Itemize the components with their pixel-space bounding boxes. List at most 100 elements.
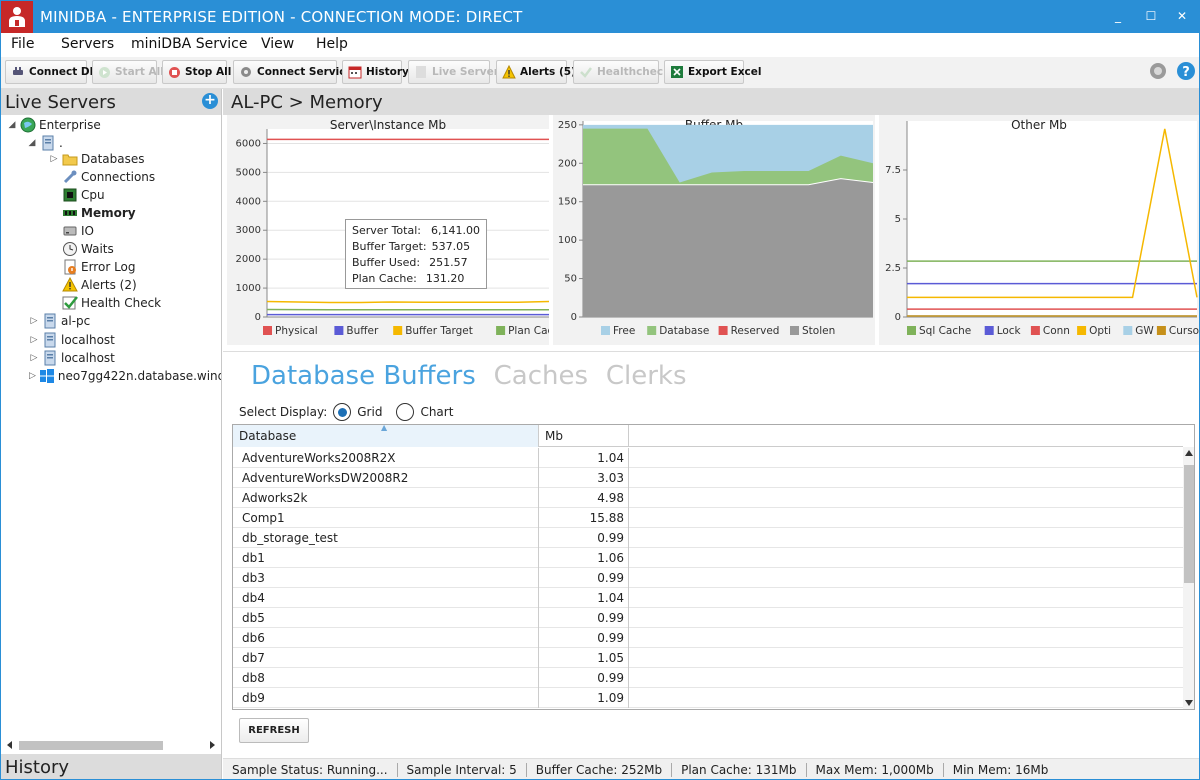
chart-radio[interactable] bbox=[396, 403, 415, 421]
chart-title: Server\Instance Mb bbox=[330, 118, 446, 132]
grid-radio-label[interactable]: Grid bbox=[357, 405, 382, 419]
expand-arrow-icon[interactable]: ▷ bbox=[49, 154, 59, 164]
expand-arrow-icon[interactable]: ▷ bbox=[29, 353, 39, 363]
servers-icon bbox=[416, 66, 426, 78]
start-all-button[interactable]: Start All bbox=[92, 60, 164, 84]
tree-label-al-pc: al-pc bbox=[61, 314, 91, 328]
tree-item-health-check[interactable]: Health Check bbox=[62, 294, 161, 312]
tree-item-memory[interactable]: Memory bbox=[62, 204, 136, 222]
app-logo-icon bbox=[1, 1, 33, 33]
y-tick-label: 5 bbox=[895, 214, 901, 225]
table-row[interactable]: db8 0.99 bbox=[233, 668, 1183, 688]
healthcheck-button[interactable]: Healthcheck bbox=[573, 60, 670, 84]
table-row[interactable]: db1 1.06 bbox=[233, 548, 1183, 568]
connect-service-button[interactable]: Connect Service bbox=[233, 60, 353, 84]
cell-mb: 0.99 bbox=[539, 628, 629, 648]
tab-caches[interactable]: Caches bbox=[494, 361, 588, 391]
y-tick-label: 250 bbox=[558, 120, 577, 131]
cell-database: db8 bbox=[233, 668, 539, 688]
y-tick-label: 50 bbox=[564, 274, 577, 285]
tree-label-connections: Connections bbox=[81, 170, 156, 184]
history-button[interactable]: History bbox=[342, 60, 409, 84]
menu-view[interactable]: View bbox=[261, 36, 294, 52]
legend-label: Buffer bbox=[346, 325, 379, 337]
horizontal-scrollbar[interactable] bbox=[5, 739, 217, 751]
add-server-button[interactable]: + bbox=[202, 93, 218, 109]
tree-item-cpu[interactable]: Cpu bbox=[62, 186, 105, 204]
table-row[interactable]: AdventureWorksDW2008R2 3.03 bbox=[233, 468, 1183, 488]
display-selector: Select Display: Grid Chart bbox=[239, 402, 453, 422]
legend-label: Free bbox=[613, 325, 635, 337]
settings-gear-icon[interactable] bbox=[1148, 61, 1168, 81]
legend-swatch bbox=[393, 326, 403, 335]
tree-item-al-pc[interactable]: ▷ al-pc bbox=[29, 312, 90, 330]
legend-swatch bbox=[1030, 326, 1040, 335]
clock-icon bbox=[63, 242, 77, 256]
y-tick-label: 1000 bbox=[236, 283, 261, 294]
legend-swatch bbox=[907, 326, 916, 335]
help-icon[interactable]: ? bbox=[1176, 61, 1196, 81]
tree-item-error-log[interactable]: Error Log bbox=[62, 258, 136, 276]
tree-item-databases[interactable]: ▷ Databases bbox=[49, 150, 145, 168]
close-button[interactable]: ✕ bbox=[1172, 6, 1192, 26]
table-row[interactable]: AdventureWorks2008R2X 1.04 bbox=[233, 448, 1183, 468]
legend-label: Cursor bbox=[1169, 325, 1199, 337]
table-row[interactable]: db9 1.09 bbox=[233, 688, 1183, 708]
stop-all-button[interactable]: Stop All bbox=[162, 60, 231, 84]
y-tick-label: 5000 bbox=[236, 167, 261, 178]
expand-arrow-icon[interactable]: ▷ bbox=[29, 335, 39, 345]
collapse-arrow-icon[interactable]: ◢ bbox=[27, 138, 37, 148]
menu-help[interactable]: Help bbox=[316, 36, 348, 52]
column-header-database[interactable]: Database ▲ bbox=[233, 425, 539, 447]
health-check-icon bbox=[62, 296, 78, 310]
alerts-button[interactable]: Alerts (5) bbox=[496, 60, 576, 84]
y-tick-label: 6000 bbox=[236, 138, 261, 149]
table-row[interactable]: Adworks2k 4.98 bbox=[233, 488, 1183, 508]
live-servers-button[interactable]: Live Servers bbox=[408, 60, 505, 84]
expand-arrow-icon[interactable]: ▷ bbox=[29, 316, 39, 326]
status-buffer-cache: Buffer Cache: 252Mb bbox=[535, 763, 663, 777]
table-row[interactable]: db5 0.99 bbox=[233, 608, 1183, 628]
table-row[interactable]: db6 0.99 bbox=[233, 628, 1183, 648]
table-row[interactable]: db7 1.05 bbox=[233, 648, 1183, 668]
tree-item-enterprise[interactable]: ◢ Enterprise bbox=[7, 116, 101, 134]
connect-service-label: Connect Service bbox=[257, 66, 353, 78]
tree-label-error-log: Error Log bbox=[81, 260, 136, 274]
stop-icon bbox=[169, 66, 180, 78]
legend-label: Reserved bbox=[731, 325, 780, 337]
warning-icon bbox=[502, 65, 516, 79]
tree-item-io[interactable]: IO bbox=[62, 222, 94, 240]
tree-item-waits[interactable]: Waits bbox=[62, 240, 114, 258]
tab-database-buffers[interactable]: Database Buffers bbox=[251, 361, 476, 391]
display-label: Select Display: bbox=[239, 405, 328, 419]
tree-item-connections[interactable]: Connections bbox=[62, 168, 155, 186]
export-excel-button[interactable]: Export Excel bbox=[664, 60, 761, 84]
y-tick-label: 0 bbox=[255, 312, 261, 323]
tree-item-azure-server[interactable]: ▷ neo7gg422n.database.windows.net bbox=[29, 367, 221, 385]
history-panel-header[interactable]: History bbox=[1, 754, 221, 779]
tree-item-alerts[interactable]: Alerts (2) bbox=[62, 276, 137, 294]
legend-label: Stolen bbox=[802, 325, 835, 337]
tree-item-localhost-2[interactable]: ▷ localhost bbox=[29, 349, 115, 367]
maximize-button[interactable]: ☐ bbox=[1141, 6, 1161, 26]
cell-mb: 15.88 bbox=[539, 508, 629, 528]
menu-minidba-service[interactable]: miniDBA Service bbox=[131, 36, 247, 52]
table-row[interactable]: Comp1 15.88 bbox=[233, 508, 1183, 528]
refresh-button[interactable]: REFRESH bbox=[239, 718, 309, 743]
collapse-arrow-icon[interactable]: ◢ bbox=[7, 120, 17, 130]
connect-db-button[interactable]: Connect Db bbox=[5, 60, 97, 84]
minimize-button[interactable]: _ bbox=[1108, 6, 1128, 26]
menu-servers[interactable]: Servers bbox=[61, 36, 114, 52]
column-header-mb[interactable]: Mb bbox=[539, 425, 629, 447]
tree-label-azure-server: neo7gg422n.database.windows.net bbox=[57, 369, 221, 383]
tree-item-localhost-1[interactable]: ▷ localhost bbox=[29, 331, 115, 349]
expand-arrow-icon[interactable]: ▷ bbox=[29, 371, 36, 381]
menu-file[interactable]: File bbox=[11, 36, 34, 52]
tab-clerks[interactable]: Clerks bbox=[606, 361, 687, 391]
chart-radio-label[interactable]: Chart bbox=[420, 405, 453, 419]
table-row[interactable]: db3 0.99 bbox=[233, 568, 1183, 588]
grid-radio[interactable] bbox=[333, 403, 352, 421]
vertical-scrollbar[interactable] bbox=[1183, 447, 1194, 709]
table-row[interactable]: db4 1.04 bbox=[233, 588, 1183, 608]
table-row[interactable]: db_storage_test 0.99 bbox=[233, 528, 1183, 548]
